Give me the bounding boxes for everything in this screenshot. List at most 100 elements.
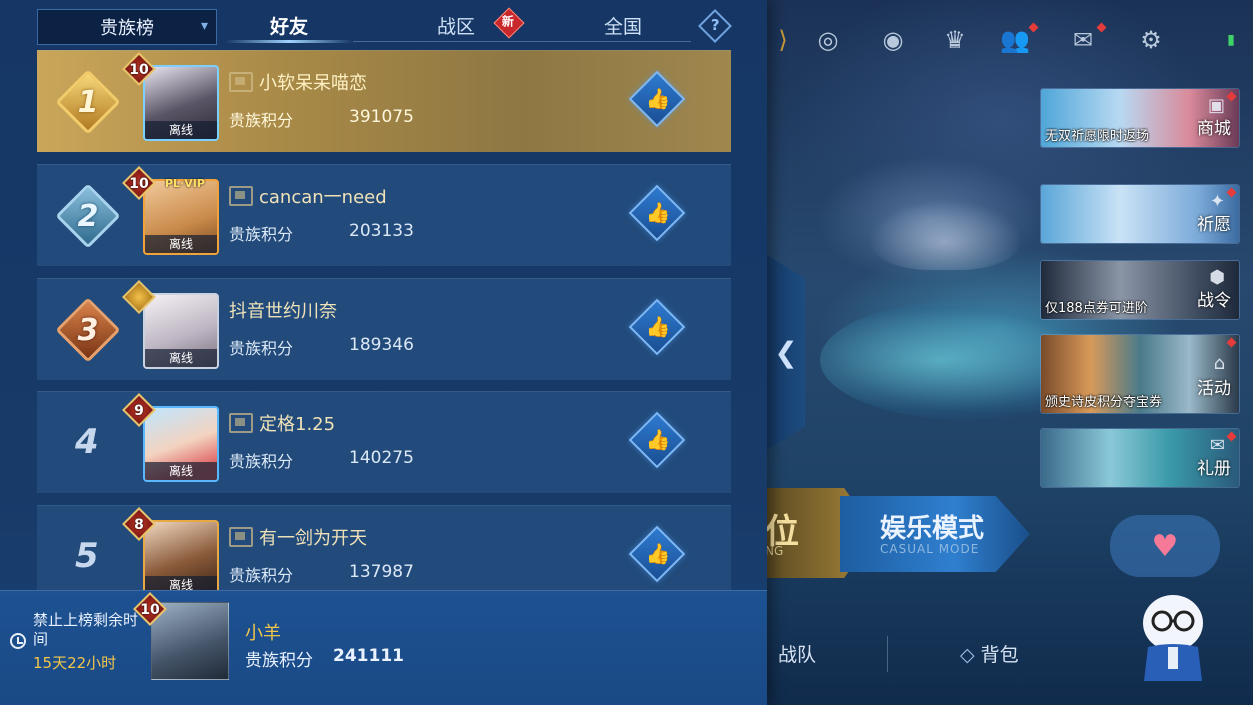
- heart-icon: ♥: [1151, 528, 1179, 564]
- ranking-type-label: 贵族榜: [100, 18, 154, 39]
- offline-status: 离线: [145, 462, 217, 480]
- collapse-panel-tab[interactable]: ❮: [767, 255, 805, 450]
- ban-countdown-label: 禁止上榜剩余时间: [33, 611, 139, 648]
- friends-icon[interactable]: 👥: [997, 22, 1039, 58]
- ranking-row[interactable]: 2 离线 10 PL·VIP cancan一need 贵族积分 203133 👍: [37, 164, 731, 266]
- rank-badge-1: 1: [55, 69, 121, 135]
- tab-divider: [353, 41, 691, 42]
- player-name[interactable]: 小软呆呆喵恋: [229, 69, 367, 95]
- casual-mode-button[interactable]: 娱乐模式 CASUAL MODE: [840, 496, 1030, 572]
- bottom-nav-divider: [887, 636, 888, 672]
- player-name-text: 定格1.25: [259, 414, 336, 435]
- team-nav-button[interactable]: 战队: [778, 640, 816, 667]
- rank-badge-2: 2: [55, 183, 121, 249]
- ranking-row[interactable]: 3 离线 抖音世约川奈 贵族积分 189346 👍: [37, 278, 731, 380]
- my-noble-level-badge: 10: [132, 592, 168, 629]
- battlepass-icon: ⬢: [1209, 267, 1225, 288]
- offline-status: 离线: [145, 235, 217, 253]
- chevron-left-icon: ❮: [774, 336, 798, 369]
- player-name[interactable]: cancan一need: [229, 183, 387, 209]
- player-name-text: cancan一need: [259, 187, 387, 208]
- score-label: 贵族积分: [229, 225, 294, 244]
- score-label: 贵族积分: [229, 566, 294, 585]
- tab-friends[interactable]: 好友: [270, 12, 308, 39]
- clock-icon: [10, 633, 26, 649]
- new-badge: 新: [493, 7, 525, 39]
- banner-wish-label: 祈愿: [1197, 215, 1231, 235]
- casual-mode-subtitle: CASUAL MODE: [880, 542, 980, 556]
- ban-countdown-time: 15天22小时: [33, 654, 117, 672]
- thumbs-up-icon: 👍: [645, 541, 671, 566]
- like-button[interactable]: 👍: [628, 411, 686, 469]
- banner-gift-book[interactable]: ✉ 礼册: [1040, 428, 1240, 488]
- score-value: 203133: [349, 221, 414, 241]
- settings-gear-icon[interactable]: ⚙: [1133, 22, 1169, 58]
- score-value: 137987: [349, 562, 414, 582]
- score-label: 贵族积分: [229, 111, 294, 130]
- score-value: 140275: [349, 448, 414, 468]
- noble-level-badge: 8: [121, 507, 157, 544]
- banner-shop-label: 商城: [1197, 119, 1231, 139]
- banner-battlepass[interactable]: ⬢ 仅188点券可进阶 战令: [1040, 260, 1240, 320]
- player-name[interactable]: 有一剑为开天: [229, 524, 367, 550]
- ranking-type-dropdown[interactable]: 贵族榜 ▾: [37, 9, 217, 45]
- offline-status: 离线: [145, 349, 217, 367]
- rank-number: 4: [75, 422, 99, 462]
- ranking-tabs: 贵族榜 ▾ 好友 战区 新 全国 ?: [0, 0, 767, 50]
- tab-national[interactable]: 全国: [604, 12, 642, 39]
- tab-region[interactable]: 战区: [437, 12, 475, 39]
- noble-level-badge: 10: [121, 166, 157, 203]
- like-button[interactable]: 👍: [628, 298, 686, 356]
- help-icon[interactable]: ?: [698, 9, 732, 43]
- player-name-text: 小软呆呆喵恋: [259, 73, 367, 94]
- casual-mode-title: 娱乐模式: [880, 514, 985, 544]
- mail-icon[interactable]: ✉: [1065, 22, 1107, 58]
- ranking-panel: 贵族榜 ▾ 好友 战区 新 全国 ? 1 离线 10 小软呆呆喵恋 贵族积分 3…: [0, 0, 767, 705]
- banner-event[interactable]: ⌂ 颁史诗皮积分夺宝券 活动: [1040, 334, 1240, 414]
- ranking-row[interactable]: 4 离线 9 定格1.25 贵族积分 140275 👍: [37, 391, 731, 493]
- guild-flag-icon: [229, 527, 253, 547]
- like-button[interactable]: 👍: [628, 184, 686, 242]
- player-name[interactable]: 定格1.25: [229, 410, 335, 436]
- banner-shop-text: 无双祈愿限时返场: [1045, 129, 1150, 144]
- banner-wish[interactable]: ✦ 祈愿: [1040, 184, 1240, 244]
- ranking-row[interactable]: 1 离线 10 小软呆呆喵恋 贵族积分 391075 👍: [37, 50, 731, 152]
- noble-level: 10: [129, 176, 149, 192]
- mascot-character[interactable]: [1132, 585, 1214, 685]
- score-value: 391075: [349, 107, 414, 127]
- player-name[interactable]: 抖音世约川奈: [229, 297, 337, 323]
- event-gift-icon: ⌂: [1213, 353, 1225, 374]
- rank-number: 3: [77, 312, 99, 348]
- score-label: 贵族积分: [229, 452, 294, 471]
- trophy-icon[interactable]: ♛: [937, 22, 973, 58]
- noble-level-badge: 9: [121, 393, 157, 430]
- gift-book-icon: ✉: [1209, 435, 1225, 456]
- noble-level: 10: [129, 62, 149, 78]
- banner-battlepass-text: 仅188点券可进阶: [1045, 301, 1148, 316]
- heart-bubble[interactable]: ♥: [1110, 515, 1220, 577]
- my-score-value: 241111: [333, 646, 404, 666]
- floating-castle-art: [870, 200, 1020, 270]
- wish-icon: ✦: [1209, 191, 1225, 212]
- like-button[interactable]: 👍: [628, 525, 686, 583]
- partial-icon: ⟩: [778, 26, 788, 54]
- banner-battlepass-label: 战令: [1197, 291, 1231, 311]
- banner-event-text: 颁史诗皮积分夺宝券: [1045, 395, 1163, 410]
- rank-number: 1: [77, 84, 99, 120]
- eye-play-icon[interactable]: ◉: [875, 22, 911, 58]
- wifi-battery-icon: ▮: [1227, 32, 1235, 48]
- target-icon[interactable]: ◎: [810, 22, 846, 58]
- score-value: 189346: [349, 335, 414, 355]
- bag-icon: ◇: [960, 644, 975, 666]
- offline-status: 离线: [145, 121, 217, 139]
- thumbs-up-icon: 👍: [645, 200, 671, 225]
- banner-shop[interactable]: ▣ 无双祈愿限时返场 商城: [1040, 88, 1240, 148]
- rank-number: 5: [75, 536, 99, 576]
- bag-nav-button[interactable]: ◇ 背包: [960, 640, 1019, 667]
- banner-event-label: 活动: [1197, 379, 1231, 399]
- my-rank-footer: 禁止上榜剩余时间 15天22小时 10 小羊 贵族积分 241111: [0, 590, 767, 705]
- noble-level: 9: [134, 403, 144, 419]
- like-button[interactable]: 👍: [628, 70, 686, 128]
- thumbs-up-icon: 👍: [645, 427, 671, 452]
- guild-flag-icon: [229, 186, 253, 206]
